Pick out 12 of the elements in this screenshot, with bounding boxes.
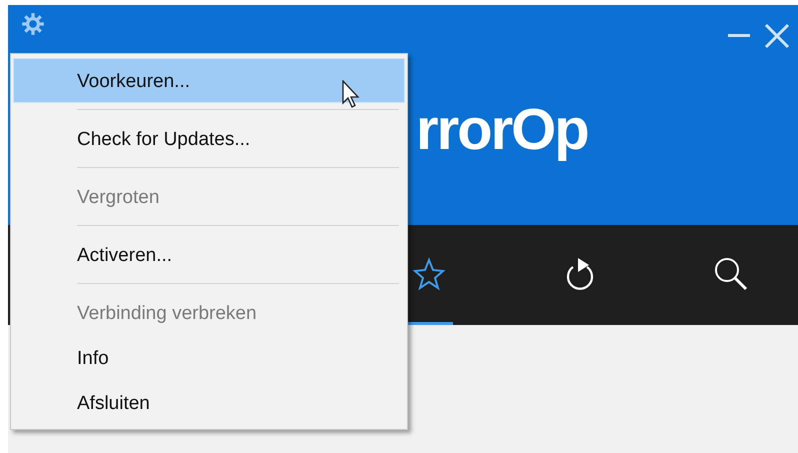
minimize-icon[interactable] xyxy=(728,34,750,38)
close-icon[interactable] xyxy=(764,23,790,49)
menu-item[interactable]: Voorkeuren... xyxy=(13,58,405,103)
app-title: rrorOp xyxy=(416,101,589,159)
search-icon xyxy=(713,256,749,292)
menu-item[interactable]: Afsluiten xyxy=(13,380,405,425)
star-icon xyxy=(412,256,446,290)
menu-item[interactable]: Activeren... xyxy=(13,232,405,277)
menu-item[interactable]: Info xyxy=(13,335,405,380)
settings-icon[interactable] xyxy=(20,11,46,37)
menu-item[interactable]: Check for Updates... xyxy=(13,116,405,161)
cursor-icon xyxy=(342,80,360,108)
